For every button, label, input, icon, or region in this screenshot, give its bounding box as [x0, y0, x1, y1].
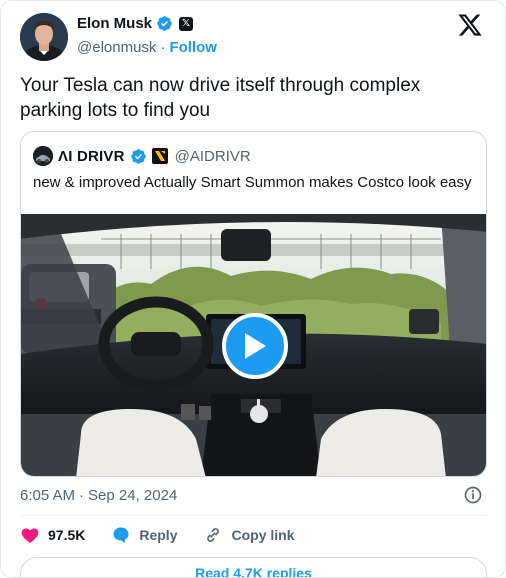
tweet-text: Your Tesla can now drive itself through … — [20, 75, 421, 121]
video-thumbnail[interactable] — [21, 214, 486, 476]
verified-badge-icon — [130, 148, 146, 164]
tweet-date: Sep 24, 2024 — [88, 487, 178, 504]
author-handle[interactable]: @elonmusk — [77, 39, 156, 56]
tweet-time: 6:05 AM — [20, 487, 76, 504]
author-handle-row: @elonmusk · Follow — [77, 39, 217, 56]
handle-separator: · — [160, 39, 166, 56]
tweet-timestamp[interactable]: 6:05 AM · Sep 24, 2024 — [20, 487, 177, 504]
tweet-card: Elon Musk 𝕏 @elonmusk · Follow Your Tesl… — [0, 0, 506, 578]
quoted-author-handle: @AIDRIVR — [174, 147, 251, 165]
link-icon — [207, 528, 220, 542]
like-button[interactable]: 97.5K — [20, 525, 85, 545]
read-replies-label: Read 4.7K replies — [195, 565, 312, 578]
x-logo-icon[interactable] — [457, 12, 483, 38]
quoted-author-name: ΛI DRIVR — [58, 147, 125, 165]
author-name-row: Elon Musk 𝕏 — [77, 15, 194, 32]
x-affiliate-icon: 𝕏 — [179, 16, 194, 31]
quoted-tweet[interactable]: ΛI DRIVR @AIDRIVR new & improved Actuall… — [20, 131, 487, 477]
reply-label: Reply — [139, 527, 178, 543]
copy-link-label: Copy link — [231, 527, 295, 543]
divider — [20, 515, 487, 516]
follow-button[interactable]: Follow — [169, 39, 217, 56]
play-icon — [245, 333, 266, 359]
quoted-tweet-header: ΛI DRIVR @AIDRIVR — [33, 146, 251, 166]
affiliate-badge-icon — [151, 148, 168, 164]
reply-button[interactable]: Reply — [111, 525, 177, 545]
read-replies-button[interactable]: Read 4.7K replies — [20, 557, 487, 578]
play-button[interactable] — [222, 313, 288, 379]
author-name[interactable]: Elon Musk — [77, 15, 152, 32]
quoted-tweet-text: new & improved Actually Smart Summon mak… — [33, 174, 472, 191]
timestamp-separator: · — [79, 487, 85, 504]
action-bar: 97.5K Reply Copy link — [20, 525, 321, 545]
heart-icon — [21, 528, 39, 543]
copy-link-button[interactable]: Copy link — [203, 525, 295, 545]
reply-bubble-icon — [113, 527, 129, 544]
author-avatar[interactable] — [20, 13, 68, 61]
quoted-author-avatar — [33, 146, 53, 166]
info-icon[interactable] — [463, 485, 483, 505]
verified-badge-icon — [157, 16, 172, 31]
like-count: 97.5K — [48, 527, 86, 543]
